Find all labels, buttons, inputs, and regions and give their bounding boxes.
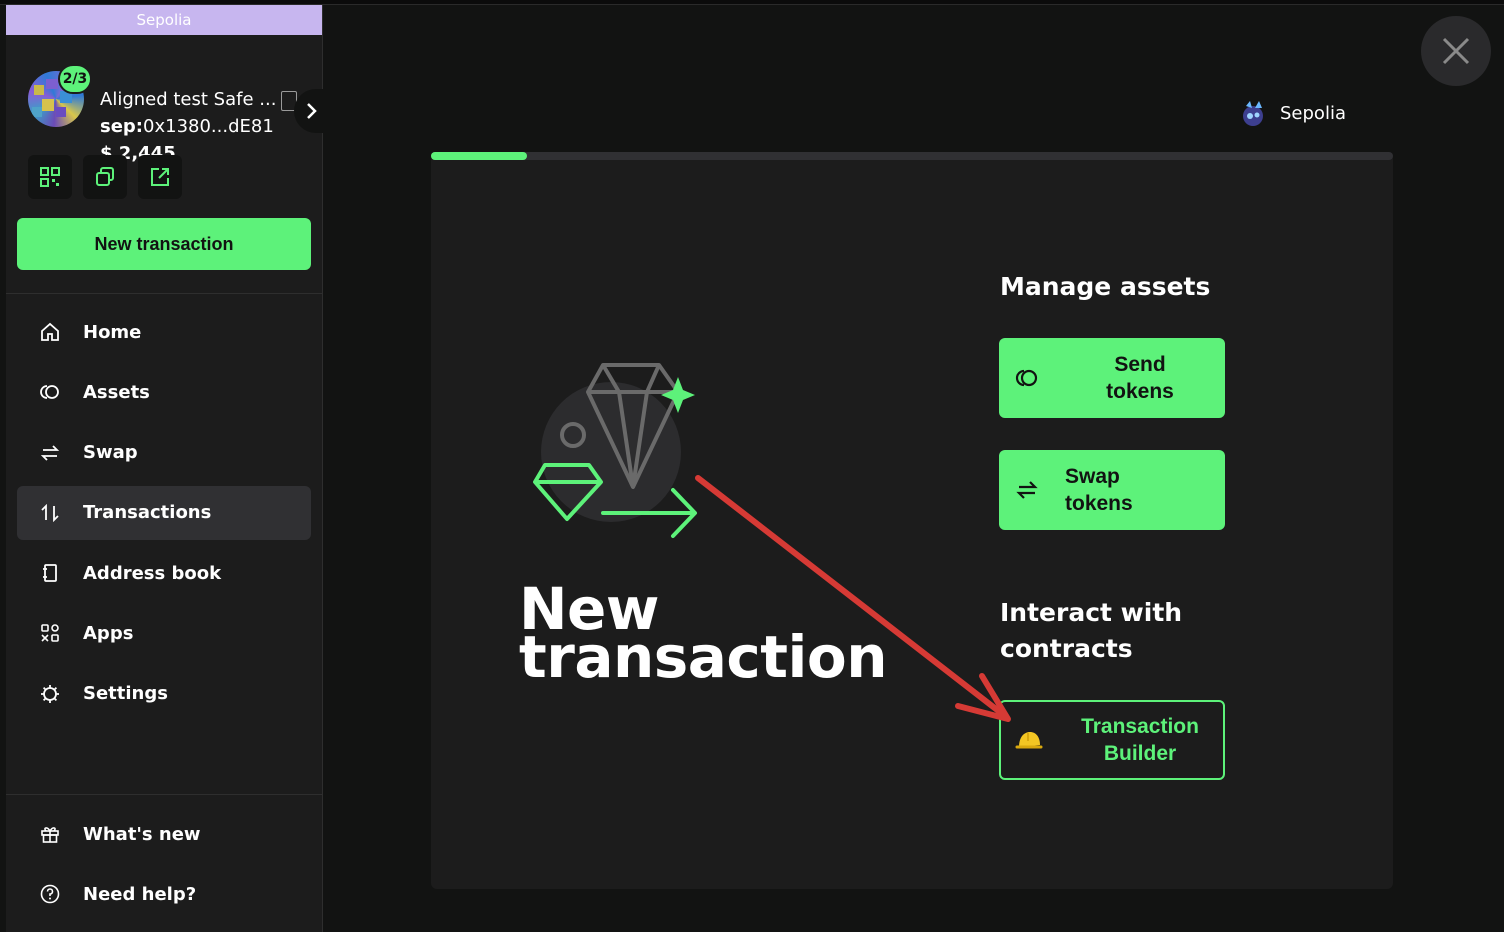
swap-tokens-line1: Swap	[1065, 465, 1120, 488]
sidebar: Sepolia 2/3 Aligned test Safe ... sep:0x…	[6, 5, 330, 932]
sidebar-item-label: Swap	[83, 442, 138, 464]
transactions-icon	[39, 502, 61, 524]
interact-heading-line2: contracts	[1000, 634, 1133, 663]
address-book-icon	[39, 562, 61, 584]
assets-icon	[999, 369, 1055, 387]
network-banner: Sepolia	[6, 5, 322, 35]
network-name: Sepolia	[1280, 102, 1346, 124]
hard-hat-icon	[1001, 729, 1057, 751]
sidebar-item-settings[interactable]: Settings	[17, 667, 311, 721]
progress-track	[431, 152, 1393, 160]
send-tokens-line2: tokens	[1106, 380, 1174, 403]
sidebar-item-help[interactable]: Need help?	[17, 867, 311, 921]
transaction-builder-label: Transaction Builder	[1057, 713, 1223, 767]
safe-name: Aligned test Safe ...	[100, 89, 277, 110]
progress-fill	[431, 152, 528, 160]
swap-icon	[39, 442, 61, 464]
copy-button[interactable]	[83, 155, 127, 199]
sidebar-footer: What's new Need help?	[17, 807, 311, 928]
swap-icon	[999, 480, 1055, 500]
external-link-icon	[151, 168, 169, 186]
sidebar-item-whats-new[interactable]: What's new	[17, 807, 311, 861]
new-transaction-button[interactable]: New transaction	[17, 218, 311, 270]
sidebar-item-swap[interactable]: Swap	[17, 426, 311, 480]
chevron-right-icon	[307, 103, 317, 119]
transaction-builder-button[interactable]: Transaction Builder	[999, 700, 1225, 780]
threshold-badge: 2/3	[58, 64, 92, 94]
sepolia-network-icon	[1243, 101, 1263, 126]
sidebar-item-home[interactable]: Home	[17, 305, 311, 359]
new-transaction-illustration-icon	[533, 363, 697, 538]
swap-tokens-button[interactable]: Swap tokens	[999, 450, 1225, 530]
qr-code-icon	[40, 167, 60, 187]
sidebar-item-transactions[interactable]: Transactions	[17, 485, 311, 540]
sidebar-item-label: Home	[83, 321, 142, 343]
new-transaction-modal: New transaction Manage assets Send tokens…	[431, 152, 1393, 889]
interact-contracts-heading: Interact with contracts	[1000, 595, 1182, 667]
swap-tokens-label: Swap tokens	[1055, 463, 1225, 517]
sidebar-nav: Home Assets Swap Transactions Address bo…	[17, 305, 311, 727]
help-icon	[39, 883, 61, 905]
sidebar-item-label: Transactions	[83, 502, 212, 524]
sidebar-footer-divider	[6, 794, 323, 795]
assets-icon	[39, 381, 61, 403]
sidebar-divider	[6, 293, 323, 294]
interact-heading-line1: Interact with	[1000, 598, 1183, 627]
send-tokens-button[interactable]: Send tokens	[999, 338, 1225, 418]
sidebar-item-label: Assets	[83, 381, 150, 403]
settings-icon	[39, 683, 61, 705]
open-safe-list-button[interactable]	[294, 89, 330, 133]
sidebar-item-address-book[interactable]: Address book	[17, 546, 311, 600]
close-button[interactable]	[1421, 16, 1491, 86]
sidebar-item-apps[interactable]: Apps	[17, 606, 311, 660]
apps-icon	[39, 622, 61, 644]
transaction-builder-line2: Builder	[1103, 742, 1177, 765]
safe-info: 2/3 Aligned test Safe ... sep:0x1380...d…	[6, 35, 322, 164]
sidebar-item-label: Address book	[83, 562, 222, 584]
sidebar-item-label: Need help?	[83, 883, 197, 905]
quick-actions	[28, 155, 182, 199]
manage-assets-heading: Manage assets	[1000, 272, 1211, 301]
sidebar-item-label: Apps	[83, 622, 134, 644]
network-indicator[interactable]: Sepolia	[1238, 98, 1346, 128]
close-icon	[1442, 37, 1470, 65]
sidebar-item-label: What's new	[83, 823, 201, 845]
transaction-builder-line1: Transaction	[1081, 715, 1199, 738]
explorer-link-button[interactable]	[138, 155, 182, 199]
sidebar-item-label: Settings	[83, 683, 168, 705]
modal-title: New transaction	[519, 580, 888, 691]
safe-address: sep:0x1380...dE81	[100, 116, 274, 137]
sidebar-item-assets[interactable]: Assets	[17, 365, 311, 419]
address-prefix: sep:	[100, 116, 144, 137]
address-value: 0x1380...dE81	[143, 116, 274, 137]
gift-icon	[39, 823, 61, 845]
swap-tokens-line2: tokens	[1065, 492, 1133, 515]
send-tokens-line1: Send	[1114, 353, 1166, 376]
send-tokens-label: Send tokens	[1055, 351, 1225, 405]
home-icon	[39, 321, 61, 343]
qr-code-button[interactable]	[28, 155, 72, 199]
copy-icon	[96, 167, 114, 186]
modal-title-line2: transaction	[519, 623, 888, 691]
